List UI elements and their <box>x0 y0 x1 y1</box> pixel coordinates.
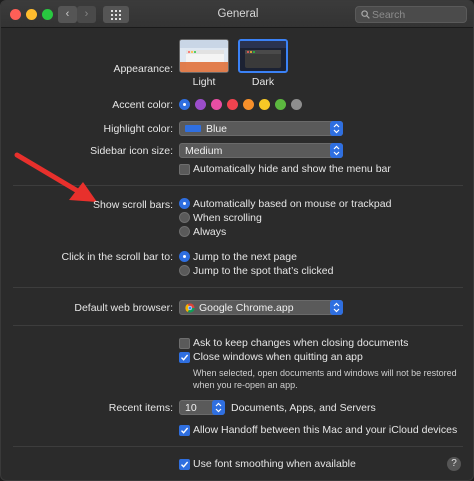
popup-stepper-icon <box>330 300 343 315</box>
sidebar-icon-size-value: Medium <box>185 145 223 157</box>
accent-color-swatch[interactable] <box>227 99 238 110</box>
section-divider <box>13 446 463 447</box>
click-scroll-bar-label: Click in the scroll bar to: <box>61 251 173 263</box>
dark-mode-preview-icon <box>240 41 286 68</box>
default-browser-value: Google Chrome.app <box>199 302 294 314</box>
autohide-menubar-checkbox[interactable] <box>179 164 190 175</box>
title-bar: ‹ › General <box>1 1 473 28</box>
accent-color-swatch[interactable] <box>259 99 270 110</box>
highlight-color-popup[interactable]: Blue <box>179 121 343 136</box>
highlight-swatch-icon <box>185 125 201 132</box>
accent-color-swatch[interactable] <box>195 99 206 110</box>
autohide-menubar-label: Automatically hide and show the menu bar <box>193 163 391 175</box>
jump-to-spot-label: Jump to the spot that’s clicked <box>193 265 334 277</box>
default-browser-label: Default web browser: <box>74 302 173 314</box>
recent-items-value: 10 <box>185 402 197 414</box>
scroll-bars-automatic-radio[interactable] <box>179 198 190 209</box>
appearance-light-thumbnail[interactable] <box>179 39 229 73</box>
recent-items-label: Recent items: <box>108 402 173 414</box>
checkmark-icon <box>181 427 189 434</box>
search-field[interactable] <box>355 6 467 23</box>
scroll-bars-always-radio[interactable] <box>179 226 190 237</box>
jump-to-spot-radio[interactable] <box>179 265 190 276</box>
accent-color-swatch[interactable] <box>275 99 286 110</box>
light-mode-preview-icon <box>180 40 228 72</box>
jump-next-page-radio[interactable] <box>179 251 190 262</box>
ask-keep-changes-label: Ask to keep changes when closing documen… <box>193 337 409 349</box>
section-divider <box>13 325 463 326</box>
accent-color-label: Accent color: <box>112 99 173 111</box>
system-preferences-window: ‹ › General Appearance: <box>0 0 474 481</box>
help-button[interactable]: ? <box>447 457 461 471</box>
scroll-bars-automatic-label: Automatically based on mouse or trackpad <box>193 198 392 210</box>
appearance-light-label: Light <box>192 76 216 88</box>
jump-next-page-label: Jump to the next page <box>193 251 297 263</box>
search-input[interactable] <box>372 8 462 22</box>
recent-items-popup[interactable]: 10 <box>179 400 225 415</box>
scroll-bars-always-label: Always <box>193 226 227 238</box>
appearance-dark-thumbnail[interactable] <box>238 39 288 73</box>
scroll-bars-when-scrolling-label: When scrolling <box>193 212 262 224</box>
handoff-checkbox[interactable] <box>179 425 190 436</box>
accent-color-swatch[interactable] <box>291 99 302 110</box>
font-smoothing-label: Use font smoothing when available <box>193 458 356 470</box>
popup-stepper-icon <box>330 143 343 158</box>
scroll-bars-when-scrolling-radio[interactable] <box>179 212 190 223</box>
accent-color-swatch[interactable] <box>243 99 254 110</box>
highlight-color-value: Blue <box>206 123 228 135</box>
close-windows-note-line-1: When selected, open documents and window… <box>193 368 457 378</box>
close-windows-checkbox[interactable] <box>179 352 190 363</box>
font-smoothing-checkbox[interactable] <box>179 459 190 470</box>
popup-stepper-icon <box>330 121 343 136</box>
checkmark-icon <box>181 461 189 468</box>
sidebar-icon-size-popup[interactable]: Medium <box>179 143 343 158</box>
checkmark-icon <box>181 354 189 361</box>
highlight-color-label: Highlight color: <box>103 123 173 135</box>
recent-items-suffix: Documents, Apps, and Servers <box>231 402 376 414</box>
chrome-icon <box>185 303 195 313</box>
section-divider <box>13 287 463 288</box>
close-windows-label: Close windows when quitting an app <box>193 351 363 363</box>
accent-color-swatch[interactable] <box>179 99 190 110</box>
show-scroll-bars-label: Show scroll bars: <box>93 199 173 211</box>
default-browser-popup[interactable]: Google Chrome.app <box>179 300 343 315</box>
selected-dot-icon <box>183 103 186 106</box>
search-icon <box>361 10 370 19</box>
handoff-label: Allow Handoff between this Mac and your … <box>193 424 458 436</box>
ask-keep-changes-checkbox[interactable] <box>179 338 190 349</box>
accent-color-swatch[interactable] <box>211 99 222 110</box>
question-mark-icon: ? <box>451 458 457 469</box>
appearance-label: Appearance: <box>113 63 173 75</box>
appearance-dark-label: Dark <box>251 76 275 88</box>
close-windows-note-line-2: when you re-open an app. <box>193 380 298 390</box>
popup-stepper-icon <box>212 400 225 415</box>
